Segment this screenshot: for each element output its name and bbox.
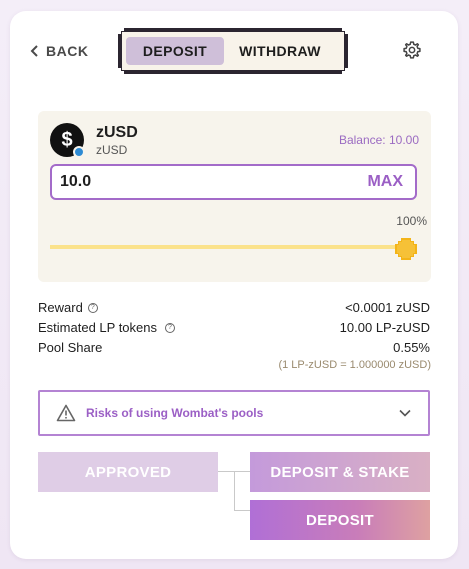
slider-percent: 100% [396,214,427,228]
amount-slider[interactable] [50,238,417,260]
deposit-withdraw-toggle: DEPOSIT WITHDRAW [118,28,348,74]
exchange-rate: (1 LP-zUSD = 1.000000 zUSD) [278,359,431,371]
dollar-coin-icon: $ [50,123,85,158]
back-label: BACK [46,43,89,59]
risk-disclosure[interactable]: Risks of using Wombat's pools [38,390,430,436]
warning-triangle-icon [56,404,76,422]
question-circle-icon[interactable]: ? [165,323,175,333]
connector-line [234,510,250,511]
amount-field: MAX [50,164,417,200]
chevron-left-icon [30,45,38,57]
connector-line [234,471,235,511]
pool-share-label: Pool Share [38,340,103,355]
amount-input[interactable] [60,173,280,191]
gear-icon[interactable] [402,40,422,60]
lp-tokens-label: Estimated LP tokens [38,320,157,335]
max-button[interactable]: MAX [367,173,403,191]
back-button[interactable]: BACK [30,40,88,62]
tab-deposit[interactable]: DEPOSIT [126,37,224,65]
pool-share-value: 0.55% [393,340,430,355]
token-name: zUSD [96,143,128,157]
chevron-down-icon[interactable] [398,408,412,418]
lp-tokens-value: 10.00 LP-zUSD [339,320,430,335]
approved-button: APPROVED [38,452,218,492]
reward-value: <0.0001 zUSD [345,300,430,315]
chain-badge-icon [73,146,85,158]
risk-label: Risks of using Wombat's pools [86,406,264,420]
deposit-button[interactable]: DEPOSIT [250,500,430,540]
question-circle-icon[interactable]: ? [87,303,98,313]
reward-label: Reward [38,300,83,315]
coin-glyph: $ [61,128,73,151]
deposit-and-stake-button[interactable]: DEPOSIT & STAKE [250,452,430,492]
token-balance: Balance: 10.00 [338,133,419,147]
pool-share-row: Pool Share 0.55% [38,340,430,356]
tab-withdraw[interactable]: WITHDRAW [224,37,336,65]
slider-handle[interactable] [395,238,417,260]
slider-track [50,245,406,249]
lp-tokens-row: Estimated LP tokens ? 10.00 LP-zUSD [38,320,430,336]
token-panel: $ zUSD zUSD Balance: 10.00 MAX 100% [38,111,431,282]
reward-row: Reward ? <0.0001 zUSD [38,300,430,316]
token-symbol: zUSD [96,124,138,141]
